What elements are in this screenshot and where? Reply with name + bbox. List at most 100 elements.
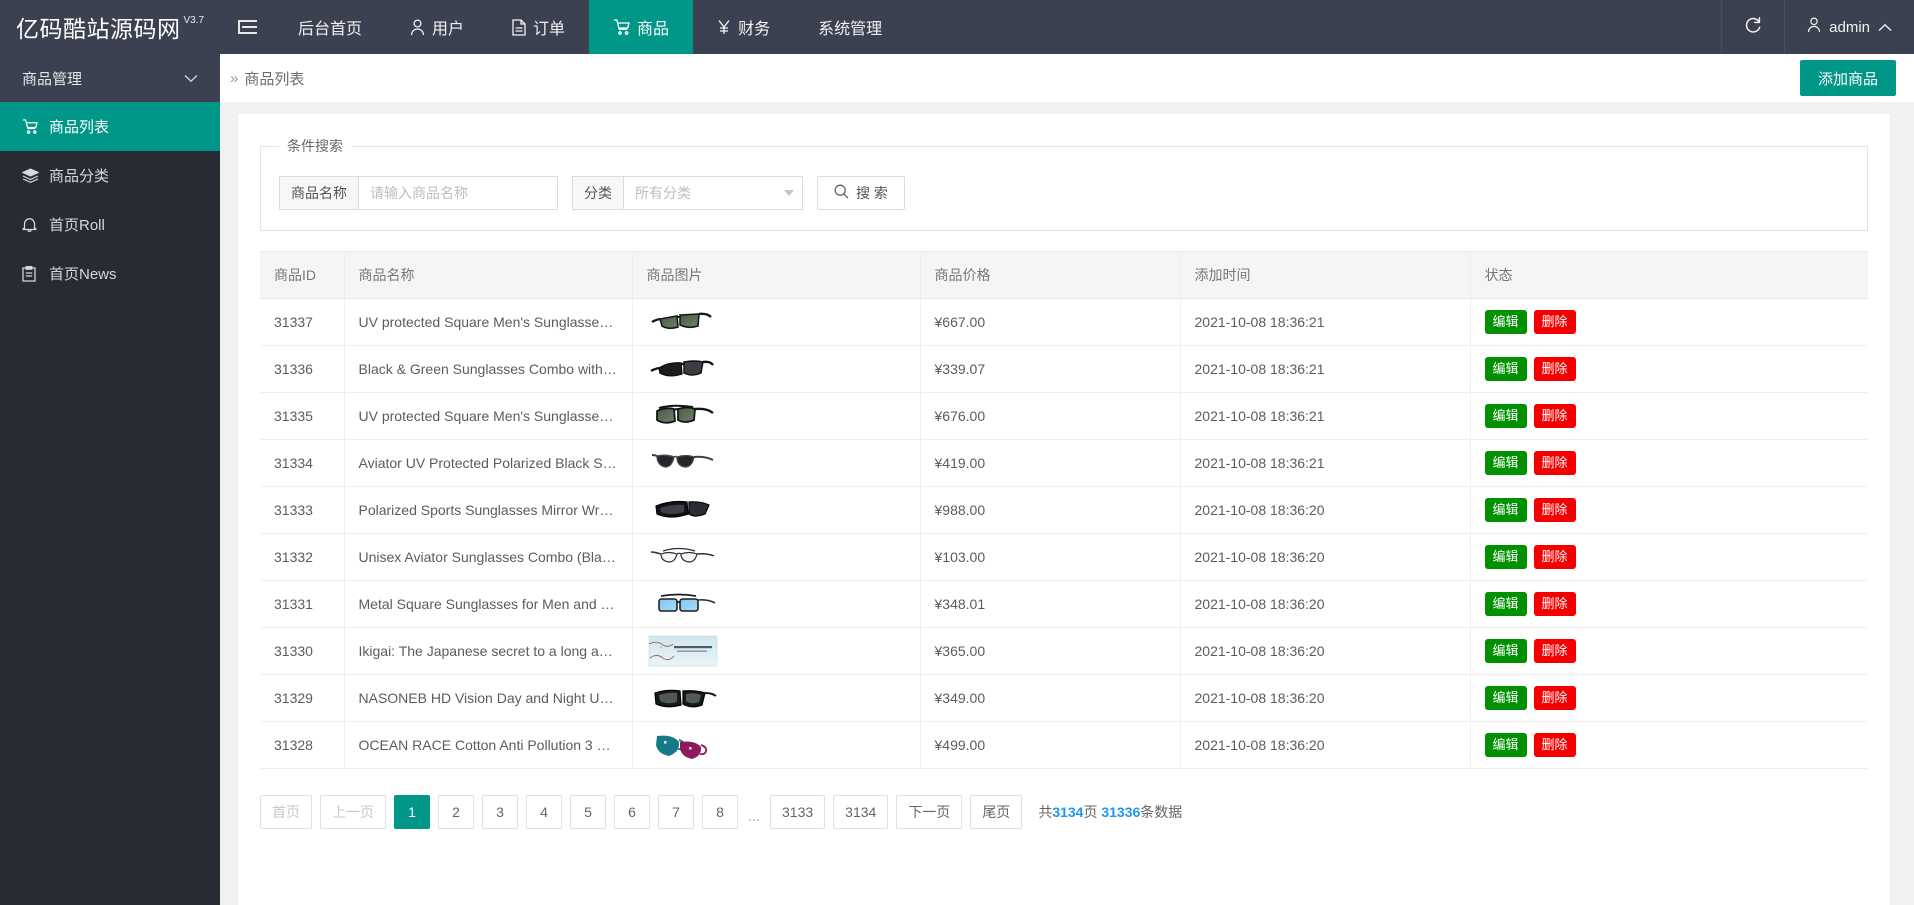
top-nav-item-users[interactable]: 用户	[386, 0, 488, 54]
delete-button[interactable]: 删除	[1533, 309, 1576, 335]
product-name-field-group: 商品名称	[279, 176, 558, 210]
table-row: 31332 Unisex Aviator Sunglasses Combo (Bl…	[260, 533, 1868, 581]
category-select[interactable]: 所有分类	[623, 176, 803, 210]
search-button[interactable]: 搜 索	[817, 176, 905, 210]
pagination-page-8[interactable]: 8	[702, 795, 738, 829]
pagination-page-3134[interactable]: 3134	[833, 795, 889, 829]
product-name-input[interactable]	[358, 176, 558, 210]
sidebar-item-product-category[interactable]: 商品分类	[0, 151, 220, 200]
top-nav-item-dashboard[interactable]: 后台首页	[274, 0, 386, 54]
pagination-prev-button[interactable]: 上一页	[320, 795, 386, 829]
sidebar-group-product-management[interactable]: 商品管理	[0, 54, 220, 102]
cell-product-id: 31335	[260, 392, 345, 440]
table-row: 31337 UV protected Square Men's Sunglasse…	[260, 298, 1868, 346]
chevron-up-icon	[1878, 19, 1892, 36]
cell-product-id: 31332	[260, 533, 345, 581]
table-row: 31334 Aviator UV Protected Polarized Blac…	[260, 439, 1868, 487]
refresh-icon	[1744, 16, 1762, 38]
edit-button[interactable]: 编辑	[1484, 591, 1527, 617]
delete-button[interactable]: 删除	[1533, 544, 1576, 570]
cell-actions: 编辑 删除	[1470, 439, 1868, 487]
cell-product-image	[632, 392, 921, 440]
layers-icon	[22, 168, 39, 183]
sidebar-item-home-roll[interactable]: 首页Roll	[0, 200, 220, 249]
pagination-page-1[interactable]: 1	[394, 795, 430, 829]
product-thumbnail-face-masks-teal-magenta[interactable]	[646, 728, 906, 762]
product-thumbnail-sunglasses-aviator-green[interactable]	[646, 399, 906, 433]
product-thumbnail-sunglasses-aviator-metal[interactable]	[646, 446, 906, 480]
edit-button[interactable]: 编辑	[1484, 685, 1527, 711]
delete-button[interactable]: 删除	[1533, 497, 1576, 523]
table-row: 31335 UV protected Square Men's Sunglasse…	[260, 392, 1868, 440]
cell-product-image	[632, 533, 921, 581]
cell-added-time: 2021-10-08 18:36:20	[1180, 580, 1471, 628]
delete-button[interactable]: 删除	[1533, 638, 1576, 664]
product-thumbnail-sunglasses-black-wrap[interactable]	[646, 352, 906, 386]
edit-button[interactable]: 编辑	[1484, 638, 1527, 664]
product-table-body: 31337 UV protected Square Men's Sunglasse…	[260, 298, 1868, 769]
file-icon	[512, 18, 526, 36]
delete-button[interactable]: 删除	[1533, 403, 1576, 429]
table-row: 31330 Ikigai: The Japanese secret to a lo…	[260, 627, 1868, 675]
delete-button[interactable]: 删除	[1533, 356, 1576, 382]
pagination-page-2[interactable]: 2	[438, 795, 474, 829]
product-table: 商品ID 商品名称 商品图片 商品价格 添加时间 状态 31337 UV prot…	[260, 251, 1868, 769]
product-thumbnail-book-cover-ikigai[interactable]	[646, 634, 906, 668]
cell-product-price: ¥988.00	[920, 486, 1181, 534]
delete-button[interactable]: 删除	[1533, 450, 1576, 476]
delete-button[interactable]: 删除	[1533, 591, 1576, 617]
edit-button[interactable]: 编辑	[1484, 544, 1527, 570]
pagination-page-3133[interactable]: 3133	[770, 795, 826, 829]
content-panel: 条件搜索 商品名称 分类 所有分类	[238, 114, 1890, 905]
edit-button[interactable]: 编辑	[1484, 403, 1527, 429]
product-thumbnail-sunglasses-green-lens[interactable]	[646, 305, 906, 339]
cell-actions: 编辑 删除	[1470, 721, 1868, 769]
clipboard-icon	[22, 265, 39, 282]
refresh-button[interactable]	[1721, 0, 1784, 54]
table-row: 31328 OCEAN RACE Cotton Anti Pollution 3 …	[260, 721, 1868, 769]
delete-button[interactable]: 删除	[1533, 685, 1576, 711]
cell-added-time: 2021-10-08 18:36:20	[1180, 674, 1471, 722]
top-nav-item-system[interactable]: 系统管理	[794, 0, 906, 54]
pagination-next-button[interactable]: 下一页	[896, 795, 963, 829]
product-thumbnail-sunglasses-fitover-black[interactable]	[646, 681, 906, 715]
cell-product-price: ¥676.00	[920, 392, 1181, 440]
cart-icon	[613, 19, 630, 35]
product-thumbnail-sunglasses-sports-black[interactable]	[646, 493, 906, 527]
top-nav-items: 后台首页 用户 订单 商品 财务 系统管理	[274, 0, 906, 54]
sidebar-item-home-news[interactable]: 首页News	[0, 249, 220, 298]
cell-product-id: 31334	[260, 439, 345, 487]
delete-button[interactable]: 删除	[1533, 732, 1576, 758]
cell-product-price: ¥667.00	[920, 298, 1181, 346]
sidebar-collapse-toggle[interactable]	[220, 0, 274, 54]
cell-actions: 编辑 删除	[1470, 674, 1868, 722]
edit-button[interactable]: 编辑	[1484, 450, 1527, 476]
brand-logo[interactable]: 亿码酷站源码网 V3.7	[0, 0, 220, 54]
cell-actions: 编辑 删除	[1470, 580, 1868, 628]
search-button-label: 搜 索	[856, 185, 888, 201]
table-row: 31329 NASONEB HD Vision Day and Night Uni…	[260, 674, 1868, 722]
top-nav-item-products[interactable]: 商品	[589, 0, 694, 54]
add-product-button[interactable]: 添加商品	[1799, 60, 1896, 96]
product-thumbnail-eyeglasses-clear-thin[interactable]	[646, 540, 906, 574]
edit-button[interactable]: 编辑	[1484, 309, 1527, 335]
edit-button[interactable]: 编辑	[1484, 497, 1527, 523]
product-thumbnail-sunglasses-blue-square[interactable]	[646, 587, 906, 621]
edit-button[interactable]: 编辑	[1484, 732, 1527, 758]
cell-product-name: Aviator UV Protected Polarized Black Sun…	[344, 439, 633, 487]
pagination-page-6[interactable]: 6	[614, 795, 650, 829]
top-nav-item-orders[interactable]: 订单	[488, 0, 589, 54]
app-shell: 商品管理 商品列表 商品分类 首页Roll 首页News » 商品列表 添加商品…	[0, 54, 1914, 905]
top-nav-item-finance[interactable]: 财务	[693, 0, 794, 54]
edit-button[interactable]: 编辑	[1484, 356, 1527, 382]
user-menu-label: admin	[1829, 18, 1870, 36]
pagination-page-5[interactable]: 5	[570, 795, 606, 829]
pagination-first-button[interactable]: 首页	[260, 795, 312, 829]
user-menu-button[interactable]: admin	[1784, 0, 1914, 54]
sidebar-item-product-list[interactable]: 商品列表	[0, 102, 220, 151]
pagination-last-button[interactable]: 尾页	[970, 795, 1023, 829]
pagination-page-3[interactable]: 3	[482, 795, 518, 829]
pagination-page-7[interactable]: 7	[658, 795, 694, 829]
breadcrumb-chevron-icon: »	[230, 69, 239, 87]
pagination-page-4[interactable]: 4	[526, 795, 562, 829]
